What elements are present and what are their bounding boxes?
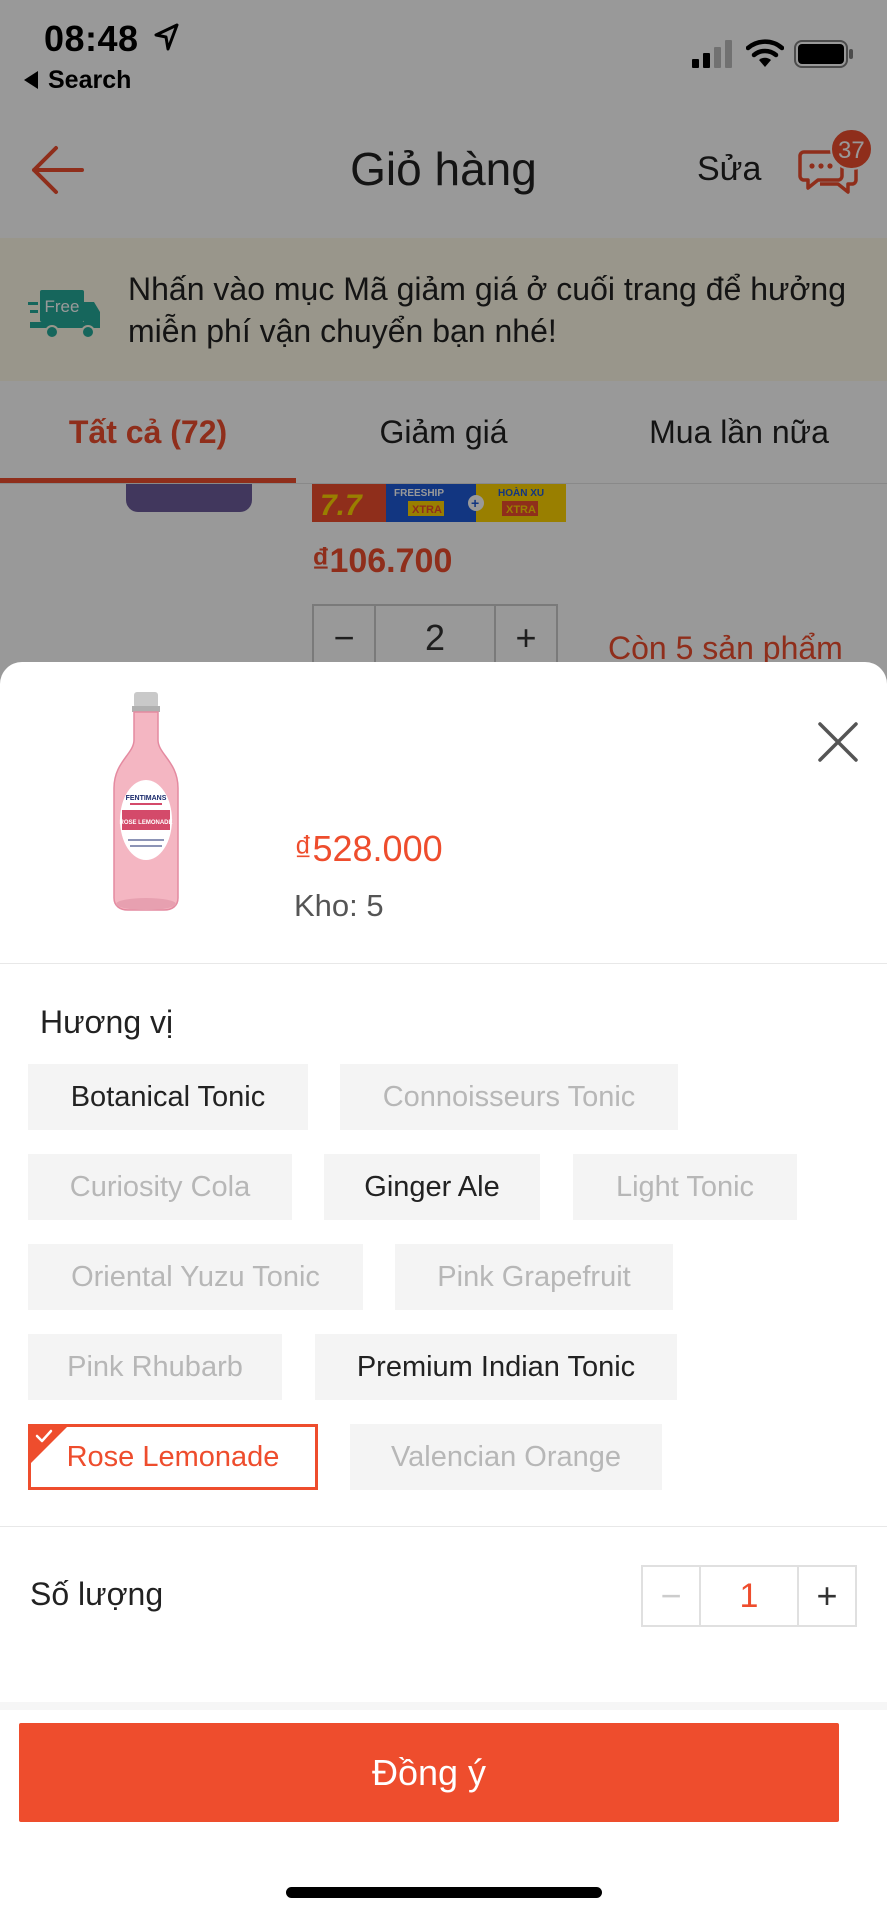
variant-chip-label: Rose Lemonade [66, 1441, 280, 1473]
divider [0, 963, 887, 964]
variant-chip-curiosity-cola[interactable]: Curiosity Cola [28, 1154, 292, 1220]
home-indicator[interactable] [286, 1887, 602, 1898]
variant-chip-connoisseurs-tonic[interactable]: Connoisseurs Tonic [340, 1064, 678, 1130]
quantity-label: Số lượng [30, 1576, 164, 1612]
decrease-quantity-button[interactable]: − [643, 1567, 701, 1625]
variant-chip-ginger-ale[interactable]: Ginger Ale [324, 1154, 540, 1220]
confirm-button[interactable]: Đồng ý [19, 1723, 839, 1822]
divider [0, 1702, 887, 1710]
variant-chip-pink-grapefruit[interactable]: Pink Grapefruit [395, 1244, 673, 1310]
quantity-input[interactable]: 1 [701, 1567, 797, 1625]
variant-chip-oriental-yuzu-tonic[interactable]: Oriental Yuzu Tonic [28, 1244, 363, 1310]
close-icon[interactable] [814, 718, 862, 766]
selected-variant-stock: Kho: 5 [294, 888, 384, 923]
variant-chip-valencian-orange[interactable]: Valencian Orange [350, 1424, 662, 1490]
variant-chip-rose-lemonade[interactable]: Rose Lemonade [28, 1424, 318, 1490]
quantity-stepper: − 1 + [641, 1565, 857, 1627]
svg-text:ROSE LEMONADE: ROSE LEMONADE [119, 820, 172, 826]
svg-text:FENTIMANS: FENTIMANS [126, 795, 167, 802]
variant-chip-light-tonic[interactable]: Light Tonic [573, 1154, 797, 1220]
variant-chip-pink-rhubarb[interactable]: Pink Rhubarb [28, 1334, 282, 1400]
variant-chip-premium-indian-tonic[interactable]: Premium Indian Tonic [315, 1334, 677, 1400]
increase-quantity-button[interactable]: + [797, 1567, 855, 1625]
product-image: FENTIMANS ROSE LEMONADE [113, 692, 179, 911]
check-icon [35, 1429, 53, 1443]
selected-variant-price: ₫528.000 [294, 828, 443, 869]
variant-bottom-sheet: FENTIMANS ROSE LEMONADE ₫528.000 Kho: 5 … [0, 662, 887, 1920]
variant-chip-botanical-tonic[interactable]: Botanical Tonic [28, 1064, 308, 1130]
divider [0, 1526, 887, 1527]
variant-group-title: Hương vị [40, 1004, 174, 1040]
